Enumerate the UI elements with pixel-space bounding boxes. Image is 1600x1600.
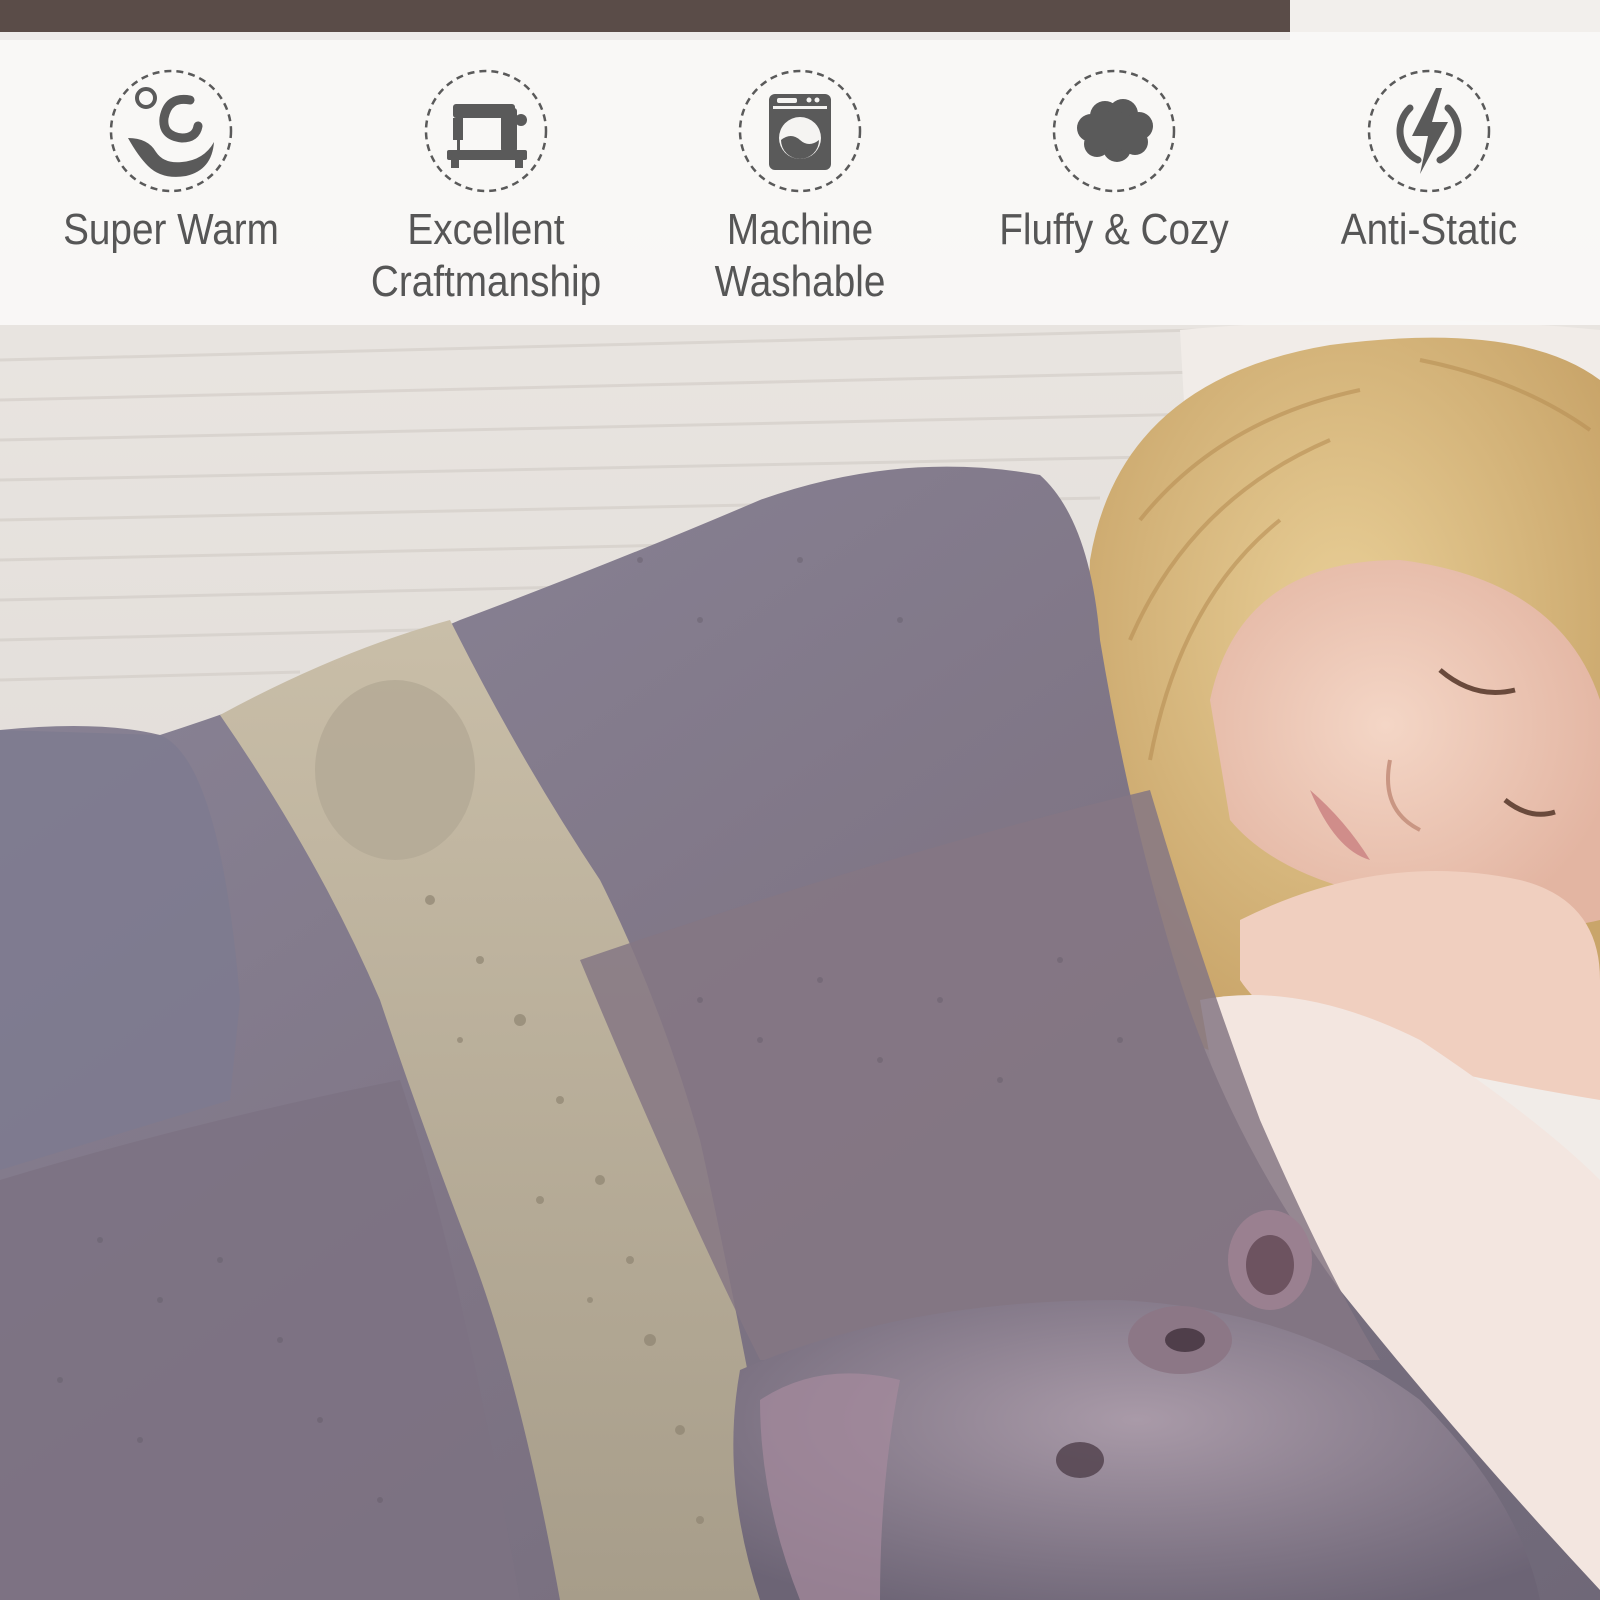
feature-super-warm: Super Warm bbox=[21, 68, 321, 256]
feature-label: Anti-Static bbox=[1340, 205, 1517, 254]
feature-label: Machine Washable bbox=[714, 205, 886, 306]
feature-label: Super Warm bbox=[63, 205, 280, 254]
feature-label: Fluffy & Cozy bbox=[999, 205, 1230, 254]
washing-machine-icon bbox=[738, 69, 862, 193]
product-image: Super Warm Excellent Craftmanship Machin… bbox=[0, 0, 1600, 1600]
fluffy-cloud-icon bbox=[1053, 69, 1176, 193]
feature-label: Excellent Craftmanship bbox=[370, 205, 601, 306]
lightning-bolt-icon bbox=[1367, 69, 1490, 193]
warm-swirl-icon bbox=[109, 69, 233, 193]
feature-anti-static: Anti-Static bbox=[1279, 68, 1579, 256]
feature-banner: Super Warm Excellent Craftmanship Machin… bbox=[0, 32, 1600, 325]
feature-excellent-craftmanship: Excellent Craftmanship bbox=[336, 68, 636, 308]
feature-machine-washable: Machine Washable bbox=[650, 68, 950, 308]
sewing-machine-icon bbox=[424, 69, 547, 193]
feature-fluffy-cozy: Fluffy & Cozy bbox=[964, 68, 1264, 256]
